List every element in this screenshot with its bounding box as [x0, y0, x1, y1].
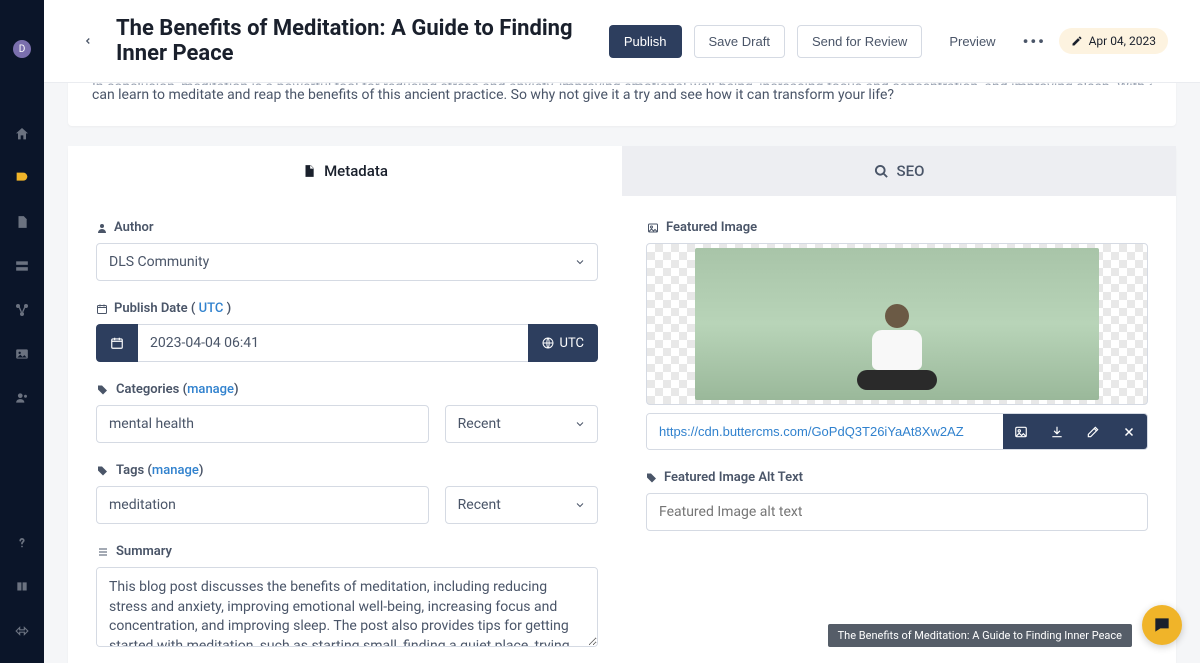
meta-right-column: Featured Image — [646, 220, 1148, 647]
api-icon[interactable] — [14, 623, 30, 639]
tab-seo[interactable]: SEO — [622, 146, 1176, 196]
remove-image-button[interactable] — [1111, 414, 1147, 449]
pencil-icon — [1071, 35, 1083, 47]
summary-textarea[interactable] — [96, 567, 598, 647]
sidebar: D — [0, 0, 44, 663]
categories-label: Categories (manage) — [96, 382, 598, 397]
tag-icon — [646, 472, 658, 484]
author-label: Author — [96, 220, 598, 235]
publish-date-label: Publish Date ( UTC ) — [96, 301, 598, 316]
globe-icon — [542, 337, 554, 349]
publish-date-input[interactable] — [138, 324, 528, 362]
tags-icon — [96, 384, 110, 396]
search-icon — [874, 164, 889, 179]
chat-icon — [1152, 615, 1172, 635]
manage-categories-link[interactable]: manage — [187, 382, 234, 397]
tags-recent-select[interactable]: Recent — [445, 486, 598, 524]
summary-label: Summary — [96, 544, 598, 559]
page-title: The Benefits of Meditation: A Guide to F… — [116, 16, 593, 66]
tab-metadata[interactable]: Metadata — [68, 146, 622, 196]
categories-recent-select[interactable]: Recent — [445, 405, 598, 443]
help-icon[interactable] — [14, 535, 30, 551]
date-badge: Apr 04, 2023 — [1059, 28, 1168, 54]
metadata-panel: Metadata SEO Author DLS Community — [68, 146, 1176, 663]
users-icon[interactable] — [14, 390, 30, 406]
tags-icon — [96, 465, 110, 477]
file-icon — [302, 163, 316, 179]
tags-input[interactable] — [96, 486, 429, 524]
calendar-button[interactable] — [96, 324, 138, 362]
main-content: The Benefits of Meditation: A Guide to F… — [44, 0, 1200, 663]
featured-image-label: Featured Image — [646, 220, 1148, 235]
pages-icon[interactable] — [14, 214, 30, 230]
image-icon — [646, 222, 660, 234]
manage-tags-link[interactable]: manage — [152, 463, 199, 478]
publish-date-group: UTC — [96, 324, 598, 362]
components-icon[interactable] — [14, 302, 30, 318]
featured-image-url[interactable] — [647, 414, 1003, 449]
header-bar: The Benefits of Meditation: A Guide to F… — [44, 0, 1200, 83]
featured-alt-label: Featured Image Alt Text — [646, 470, 1148, 485]
categories-input[interactable] — [96, 405, 429, 443]
breadcrumb-badge: The Benefits of Meditation: A Guide to F… — [828, 624, 1132, 647]
docs-icon[interactable] — [14, 579, 30, 595]
user-icon — [96, 222, 108, 234]
content-card: In conclusion, meditation is a powerful … — [68, 77, 1176, 126]
chat-button[interactable] — [1142, 605, 1182, 645]
publish-button[interactable]: Publish — [609, 25, 682, 58]
edit-image-button[interactable] — [1075, 414, 1111, 449]
back-button[interactable] — [76, 29, 100, 53]
list-icon — [96, 546, 110, 558]
more-button[interactable]: ••• — [1023, 32, 1047, 51]
media-icon[interactable] — [14, 346, 30, 362]
tabs: Metadata SEO — [68, 146, 1176, 196]
collections-icon[interactable] — [14, 258, 30, 274]
home-icon[interactable] — [14, 126, 30, 142]
avatar[interactable]: D — [13, 40, 31, 58]
meta-left-column: Author DLS Community Publish Date ( UTC … — [96, 220, 598, 647]
calendar-icon — [96, 303, 108, 315]
preview-button[interactable]: Preview — [934, 25, 1010, 58]
author-select[interactable]: DLS Community — [96, 243, 598, 281]
utc-button[interactable]: UTC — [528, 324, 598, 362]
save-draft-button[interactable]: Save Draft — [694, 25, 785, 58]
send-review-button[interactable]: Send for Review — [797, 25, 922, 58]
featured-image-preview[interactable] — [646, 243, 1148, 405]
image-library-button[interactable] — [1003, 414, 1039, 449]
tags-label: Tags (manage) — [96, 463, 598, 478]
download-button[interactable] — [1039, 414, 1075, 449]
utc-link[interactable]: UTC — [199, 301, 224, 316]
blog-icon[interactable] — [14, 170, 30, 186]
featured-alt-input[interactable] — [646, 493, 1148, 531]
